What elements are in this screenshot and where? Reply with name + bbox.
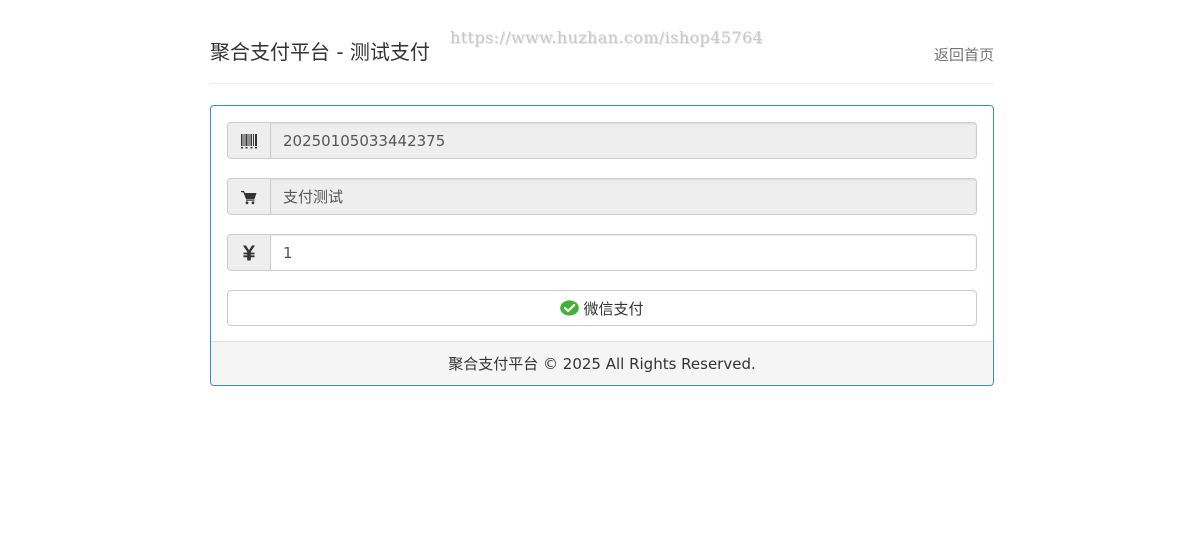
amount-group: [227, 234, 977, 271]
home-link[interactable]: 返回首页: [934, 44, 994, 65]
watermark: https://www.huzhan.com/ishop45764: [450, 28, 764, 47]
product-name-field[interactable]: [270, 178, 977, 215]
panel-footer: 聚合支付平台 © 2025 All Rights Reserved.: [211, 341, 993, 385]
wechat-icon: [560, 300, 580, 316]
product-name-group: [227, 178, 977, 215]
yen-icon: [227, 234, 270, 271]
order-number-group: [227, 122, 977, 159]
order-number-field[interactable]: [270, 122, 977, 159]
panel-body: 微信支付: [227, 122, 977, 326]
page-header: 聚合支付平台 - 测试支付 https://www.huzhan.com/ish…: [210, 0, 994, 84]
page-title: 聚合支付平台 - 测试支付: [210, 40, 430, 64]
payment-panel: 微信支付 聚合支付平台 © 2025 All Rights Reserved.: [210, 105, 994, 386]
page-container: 聚合支付平台 - 测试支付 https://www.huzhan.com/ish…: [210, 0, 994, 386]
amount-field[interactable]: [270, 234, 977, 271]
cart-icon: [227, 178, 270, 215]
wechat-pay-label: 微信支付: [583, 299, 644, 318]
barcode-icon: [227, 122, 270, 159]
wechat-pay-button[interactable]: 微信支付: [227, 290, 977, 326]
footer-text: 聚合支付平台 © 2025 All Rights Reserved.: [448, 355, 756, 373]
